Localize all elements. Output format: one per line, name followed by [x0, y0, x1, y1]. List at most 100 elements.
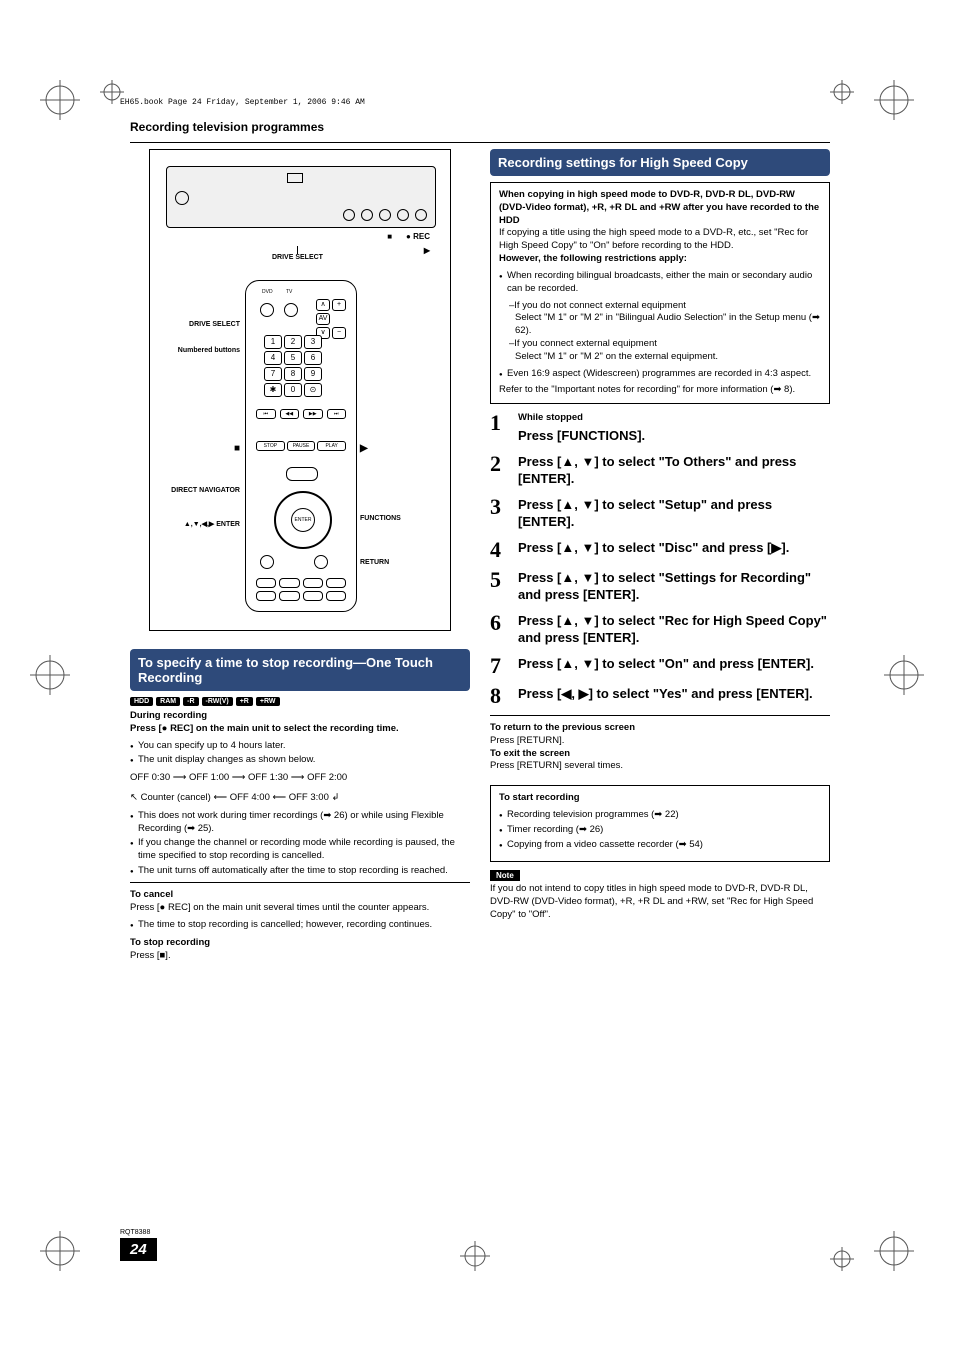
return-h: To return to the previous screen: [490, 722, 635, 733]
crop-mark-icon: [460, 1241, 490, 1271]
unit-btn: [343, 209, 355, 221]
ch-up-icon: ∧: [316, 299, 330, 311]
drive-select-top-label: DRIVE SELECT: [272, 246, 323, 261]
one-touch-heading: To specify a time to stop recording—One …: [130, 649, 470, 691]
dvd-label: DVD: [262, 289, 273, 295]
color-btn: [256, 591, 276, 601]
direct-navigator-label: DIRECT NAVIGATOR: [162, 487, 240, 495]
high-speed-heading: Recording settings for High Speed Copy: [490, 149, 830, 176]
bullet: The unit turns off automatically after t…: [130, 865, 470, 878]
to-cancel-h: To cancel: [130, 889, 173, 900]
power-icon: [175, 191, 189, 205]
num-star: ✱: [264, 383, 282, 397]
exit-text: Press [RETURN] several times.: [490, 760, 830, 773]
box-text: If copying a title using the high speed …: [499, 227, 821, 253]
color-btn: [326, 591, 346, 601]
arrows-enter-label: ▲,▼,◀,▶ ENTER: [162, 521, 240, 529]
step-subtext: While stopped: [518, 412, 830, 425]
num-4: 4: [264, 351, 282, 365]
disc-badges: HDD RAM -R -RW(V) +R +RW: [130, 697, 470, 706]
crop-mark-icon: [40, 80, 80, 120]
stop-label: ■: [162, 443, 240, 454]
sub-line: Select "M 1" or "M 2" on the external eq…: [499, 351, 821, 364]
press-rec-h: Press [● REC] on the main unit to select…: [130, 723, 399, 734]
enter-button: ENTER: [291, 508, 315, 532]
submenu-icon: [260, 555, 274, 569]
step-text: Press [▲, ▼] to select "Settings for Rec…: [518, 569, 830, 604]
bullet: Timer recording (➡ 26): [499, 824, 821, 837]
return-text: Press [RETURN].: [490, 735, 830, 748]
to-stop-text: Press [■].: [130, 950, 470, 963]
disc-badge: +RW: [256, 697, 280, 706]
box-heading: When copying in high speed mode to DVD-R…: [499, 189, 819, 226]
bullet: If you change the channel or recording m…: [130, 837, 470, 863]
note-text: If you do not intend to copy titles in h…: [490, 883, 830, 921]
main-unit-panel: [166, 166, 436, 228]
dvd-power-icon: [260, 303, 274, 317]
unit-btn: [415, 209, 427, 221]
counter-line-1: OFF 0:30 ⟶ OFF 1:00 ⟶ OFF 1:30 ⟶ OFF 2:0…: [130, 771, 470, 784]
tv-power-icon: [284, 303, 298, 317]
return-icon: [314, 555, 328, 569]
step-number: 4: [490, 539, 508, 561]
disc-badge: RAM: [156, 697, 180, 706]
numbered-buttons-label: Numbered buttons: [162, 347, 240, 355]
step-number: 3: [490, 496, 508, 531]
color-btn: [303, 591, 323, 601]
crop-mark-icon: [30, 655, 70, 695]
num-5: 5: [284, 351, 302, 365]
step-text: Press [▲, ▼] to select "Setup" and press…: [518, 496, 830, 531]
tv-label: TV: [286, 289, 292, 295]
to-cancel-text: Press [● REC] on the main unit several t…: [130, 902, 470, 915]
right-column: Recording settings for High Speed Copy W…: [490, 149, 830, 963]
disc-badge: -R: [183, 697, 198, 706]
during-recording-h: During recording: [130, 710, 207, 721]
step-number: 7: [490, 655, 508, 677]
num-7: 7: [264, 367, 282, 381]
num-2: 2: [284, 335, 302, 349]
sub-line: –If you do not connect external equipmen…: [499, 300, 821, 313]
disc-badge: HDD: [130, 697, 153, 706]
num-3: 3: [304, 335, 322, 349]
step-text: Press [◀, ▶] to select "Yes" and press […: [518, 685, 830, 707]
num-6: 6: [304, 351, 322, 365]
step-text: Press [FUNCTIONS].: [518, 428, 645, 443]
section-title: Recording television programmes: [130, 120, 830, 134]
restrictions-box: When copying in high speed mode to DVD-R…: [490, 182, 830, 404]
number-pad: 1 2 3 4 5 6 7 8 9 ✱ 0 ⊙: [264, 335, 322, 397]
crop-mark-icon: [830, 1247, 854, 1271]
remote-diagram: ■ ● REC ▶ DRIVE SELECT DVD TV ∧ +: [149, 149, 451, 631]
stop-button: STOP: [256, 441, 285, 451]
skip-back-icon: ⏮: [256, 409, 276, 419]
color-btn: [303, 578, 323, 588]
play-button: PLAY: [317, 441, 346, 451]
sub-line: –If you connect external equipment: [499, 338, 821, 351]
disc-badge: -RW(V): [202, 697, 233, 706]
left-column: ■ ● REC ▶ DRIVE SELECT DVD TV ∧ +: [130, 149, 470, 963]
bullet: The unit display changes as shown below.: [130, 754, 470, 767]
color-btn: [326, 578, 346, 588]
page-footer: RQT8388 24: [120, 1229, 157, 1261]
remote-control: DVD TV ∧ + AV ∨ − 1 2 3 4: [245, 280, 357, 612]
crop-mark-icon: [874, 1231, 914, 1271]
bullet: The time to stop recording is cancelled;…: [130, 919, 470, 932]
vol-down-icon: −: [332, 327, 346, 339]
page-stamp: EH65.book Page 24 Friday, September 1, 2…: [120, 98, 365, 107]
step-text: Press [▲, ▼] to select "To Others" and p…: [518, 453, 830, 488]
num-8: 8: [284, 367, 302, 381]
to-start-h: To start recording: [499, 792, 580, 803]
box-heading-2: However, the following restrictions appl…: [499, 253, 687, 264]
ffwd-icon: ▶▶: [303, 409, 323, 419]
rewind-icon: ◀◀: [280, 409, 300, 419]
counter-line-2: ↖ Counter (cancel) ⟵ OFF 4:00 ⟵ OFF 3:00…: [130, 791, 470, 804]
step-text: Press [▲, ▼] to select "Rec for High Spe…: [518, 612, 830, 647]
disc-tray-icon: [287, 173, 303, 183]
unit-btn: [379, 209, 391, 221]
crop-mark-icon: [40, 1231, 80, 1271]
unit-btn: [397, 209, 409, 221]
step-text: Press [▲, ▼] to select "On" and press [E…: [518, 655, 830, 677]
play-glyph-top: ▶: [424, 246, 430, 255]
bullet: Even 16:9 aspect (Widescreen) programmes…: [499, 368, 821, 381]
bullet: Recording television programmes (➡ 22): [499, 809, 821, 822]
num-0: 0: [284, 383, 302, 397]
